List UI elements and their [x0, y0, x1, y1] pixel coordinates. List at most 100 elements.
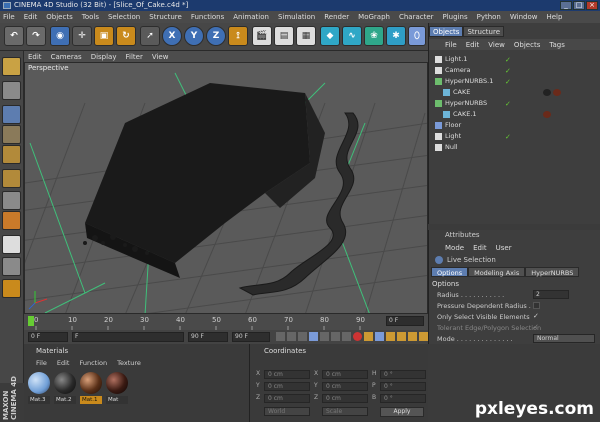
sculpt-icon[interactable]: [2, 279, 21, 298]
viewport-menu-display[interactable]: Display: [91, 53, 117, 61]
menu-mograph[interactable]: MoGraph: [358, 13, 390, 21]
menu-animation[interactable]: Animation: [233, 13, 269, 21]
material-swatch[interactable]: [80, 372, 102, 394]
redo-icon[interactable]: ↷: [26, 26, 46, 46]
viewport-menu-filter[interactable]: Filter: [126, 53, 143, 61]
object-row[interactable]: CAKE.1: [443, 109, 600, 120]
use-model-mode-icon[interactable]: [2, 57, 21, 76]
tolerant-checkbox[interactable]: ✓: [533, 323, 539, 331]
menu-functions[interactable]: Functions: [191, 13, 224, 21]
use-edges-mode-icon[interactable]: [2, 125, 21, 144]
record-icon[interactable]: [353, 332, 362, 341]
check-icon[interactable]: ✓: [505, 79, 511, 86]
apply-button[interactable]: Apply: [380, 407, 424, 417]
position-input[interactable]: 0 cm: [264, 394, 310, 403]
attr-menu-mode[interactable]: Mode: [445, 244, 464, 252]
prev-frame-icon[interactable]: [298, 332, 307, 341]
menu-character[interactable]: Character: [399, 13, 434, 21]
object-row[interactable]: Light.1 ✓: [435, 54, 595, 65]
use-object-mode-icon[interactable]: [2, 81, 21, 100]
spline-icon[interactable]: ∿: [342, 26, 362, 46]
check-icon[interactable]: ✓: [505, 57, 511, 64]
deformer-icon[interactable]: ⬯: [408, 26, 426, 46]
position-key-icon[interactable]: [386, 332, 395, 341]
object-row[interactable]: Light ✓: [435, 131, 595, 142]
size-input[interactable]: 0 cm: [322, 382, 368, 391]
keyframe-selection-icon[interactable]: [375, 332, 384, 341]
prev-key-icon[interactable]: [287, 332, 296, 341]
object-row[interactable]: HyperNURBS.1 ✓: [435, 76, 595, 87]
material-swatch[interactable]: [54, 372, 76, 394]
workplane-icon[interactable]: [2, 191, 21, 210]
next-key-icon[interactable]: [331, 332, 340, 341]
mat-menu-edit[interactable]: Edit: [57, 359, 70, 367]
menu-edit[interactable]: Edit: [24, 13, 38, 21]
tab-hypernurbs[interactable]: HyperNURBS: [525, 267, 580, 277]
rotate-icon[interactable]: ↻: [116, 26, 136, 46]
z-axis-button[interactable]: Z: [206, 26, 226, 46]
y-axis-button[interactable]: Y: [184, 26, 204, 46]
render-picture-viewer-icon[interactable]: ▤: [274, 26, 294, 46]
object-row[interactable]: CAKE: [443, 87, 600, 98]
menu-plugins[interactable]: Plugins: [443, 13, 468, 21]
render-view-icon[interactable]: 🎬: [252, 26, 272, 46]
viewport-menu-cameras[interactable]: Cameras: [51, 53, 82, 61]
go-end-icon[interactable]: [342, 332, 351, 341]
minimize-button[interactable]: _: [560, 1, 572, 10]
coordinate-system-icon[interactable]: ⟟: [228, 26, 248, 46]
object-row[interactable]: Floor: [435, 120, 595, 131]
check-icon[interactable]: ✓: [505, 101, 511, 108]
current-frame-field[interactable]: 0 F: [386, 316, 424, 326]
play-icon[interactable]: [309, 332, 318, 341]
live-selection-icon[interactable]: ◉: [50, 26, 70, 46]
next-frame-icon[interactable]: [320, 332, 329, 341]
om-menu-objects[interactable]: Objects: [514, 41, 540, 49]
move-icon[interactable]: ✛: [72, 26, 92, 46]
use-polygons-mode-icon[interactable]: [2, 145, 21, 164]
rotation-input[interactable]: 0 °: [380, 382, 426, 391]
object-row[interactable]: HyperNURBS ✓: [435, 98, 595, 109]
object-row[interactable]: Camera ✓: [435, 65, 595, 76]
go-start-icon[interactable]: [276, 332, 285, 341]
material-tag-icon[interactable]: [553, 89, 561, 96]
position-input[interactable]: 0 cm: [264, 382, 310, 391]
x-axis-button[interactable]: X: [162, 26, 182, 46]
menu-render[interactable]: Render: [324, 13, 349, 21]
tab-structure[interactable]: Structure: [463, 26, 505, 37]
checker-icon[interactable]: [2, 235, 21, 254]
menu-tools[interactable]: Tools: [82, 13, 99, 21]
param-key-icon[interactable]: [419, 332, 428, 341]
check-icon[interactable]: ✓: [505, 134, 511, 141]
menu-simulation[interactable]: Simulation: [278, 13, 315, 21]
render-settings-icon[interactable]: ▦: [296, 26, 316, 46]
attr-menu-user[interactable]: User: [496, 244, 512, 252]
perspective-viewport[interactable]: Perspective: [24, 62, 428, 314]
menu-selection[interactable]: Selection: [108, 13, 140, 21]
scale-icon[interactable]: ▣: [94, 26, 114, 46]
om-menu-tags[interactable]: Tags: [549, 41, 565, 49]
menu-objects[interactable]: Objects: [46, 13, 72, 21]
use-texture-mode-icon[interactable]: [2, 169, 21, 188]
mat-menu-function[interactable]: Function: [79, 359, 107, 367]
frame-slider-field[interactable]: F: [72, 332, 184, 342]
attr-menu-edit[interactable]: Edit: [473, 244, 487, 252]
material-tag-icon[interactable]: [543, 111, 551, 118]
size-mode-dropdown[interactable]: Scale: [322, 407, 368, 416]
size-input[interactable]: 0 cm: [322, 370, 368, 379]
rotation-input[interactable]: 0 °: [380, 370, 426, 379]
end-frame-field[interactable]: 90 F: [232, 332, 270, 342]
max-frame-field[interactable]: 90 F: [188, 332, 228, 342]
array-icon[interactable]: ✱: [386, 26, 406, 46]
material-swatch[interactable]: [106, 372, 128, 394]
material-tag-icon[interactable]: [543, 89, 551, 96]
visible-only-checkbox[interactable]: ✓: [533, 312, 539, 320]
undo-icon[interactable]: ↶: [4, 26, 24, 46]
autokey-icon[interactable]: [364, 332, 373, 341]
om-menu-edit[interactable]: Edit: [466, 41, 480, 49]
size-input[interactable]: 0 cm: [322, 394, 368, 403]
mat-menu-texture[interactable]: Texture: [117, 359, 141, 367]
animation-mode-icon[interactable]: [2, 211, 21, 230]
pressure-checkbox[interactable]: [533, 302, 540, 309]
om-menu-view[interactable]: View: [488, 41, 505, 49]
mat-menu-file[interactable]: File: [36, 359, 47, 367]
